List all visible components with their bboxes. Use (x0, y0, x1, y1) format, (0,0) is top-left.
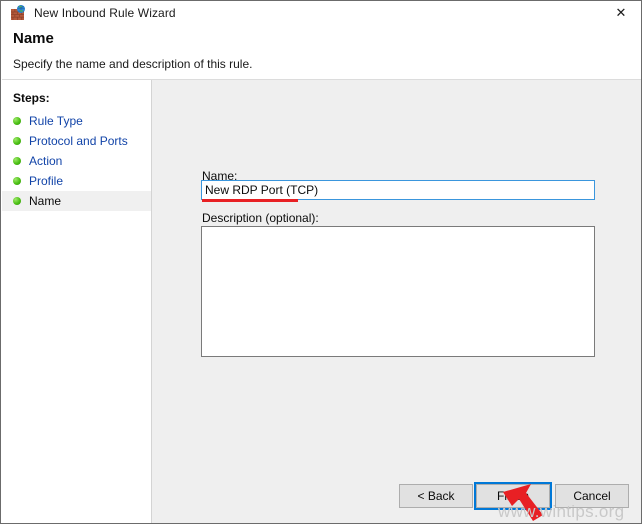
step-bullet-icon (13, 197, 21, 205)
sidebar-item-label: Protocol and Ports (29, 134, 128, 148)
step-bullet-icon (13, 137, 21, 145)
steps-list: Rule Type Protocol and Ports Action Prof… (2, 111, 151, 211)
sidebar-item-label: Profile (29, 174, 64, 188)
sidebar-item-label: Name (29, 194, 62, 208)
page-subtitle: Specify the name and description of this… (13, 57, 253, 71)
main-content: Name: Description (optional): < Back Fin… (152, 80, 641, 523)
back-button[interactable]: < Back (399, 484, 473, 508)
sidebar-item-rule-type[interactable]: Rule Type (2, 111, 151, 131)
description-field-label: Description (optional): (202, 211, 319, 225)
sidebar-item-profile[interactable]: Profile (2, 171, 151, 191)
sidebar-item-action[interactable]: Action (2, 151, 151, 171)
steps-sidebar: Steps: Rule Type Protocol and Ports Acti… (2, 80, 151, 523)
description-input[interactable] (201, 226, 595, 357)
close-icon[interactable]: ✕ (599, 1, 641, 24)
sidebar-item-protocol-and-ports[interactable]: Protocol and Ports (2, 131, 151, 151)
page-title: Name (13, 30, 54, 47)
cancel-button[interactable]: Cancel (555, 484, 629, 508)
step-bullet-icon (13, 157, 21, 165)
sidebar-item-name[interactable]: Name (2, 191, 151, 211)
step-bullet-icon (13, 117, 21, 125)
sidebar-item-label: Rule Type (29, 114, 83, 128)
steps-heading: Steps: (13, 91, 50, 105)
page-header: Name Specify the name and description of… (2, 24, 641, 79)
red-underline-highlight (202, 199, 298, 202)
step-bullet-icon (13, 177, 21, 185)
sidebar-item-label: Action (29, 154, 63, 168)
title-bar: New Inbound Rule Wizard ✕ (1, 1, 641, 24)
window-title: New Inbound Rule Wizard (34, 5, 176, 20)
name-input[interactable] (201, 180, 595, 200)
wizard-window: New Inbound Rule Wizard ✕ Name Specify t… (0, 0, 642, 524)
firewall-globe-icon (10, 4, 26, 21)
finish-button[interactable]: Finish (476, 484, 550, 508)
